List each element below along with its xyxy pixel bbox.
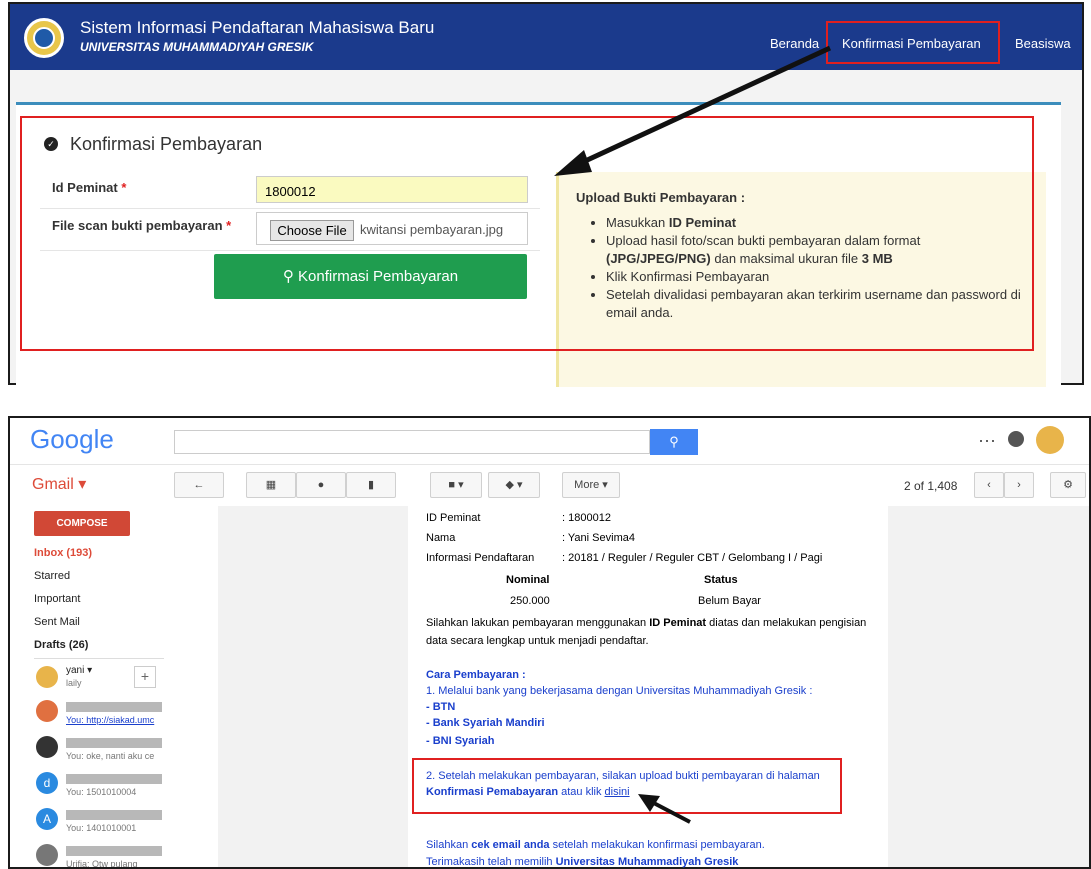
report-spam-button[interactable]: ● bbox=[296, 472, 346, 498]
gmail-menu[interactable]: Gmail ▾ bbox=[32, 474, 86, 494]
add-chat-button[interactable]: + bbox=[134, 666, 156, 688]
contact-name bbox=[66, 738, 162, 748]
nominal-header: Nominal bbox=[506, 574, 550, 586]
bank-item: - BTN bbox=[426, 701, 456, 713]
info-value: : 20181 / Reguler / Reguler CBT / Gelomb… bbox=[562, 552, 823, 564]
delete-button[interactable]: ▮ bbox=[346, 472, 396, 498]
avatar bbox=[36, 736, 58, 758]
next-button[interactable]: › bbox=[1004, 472, 1034, 498]
nama-label: Nama bbox=[426, 532, 456, 544]
avatar bbox=[36, 700, 58, 722]
app-subtitle: UNIVERSITAS MUHAMMADIYAH GRESIK bbox=[80, 40, 314, 54]
app-title: Sistem Informasi Pendaftaran Mahasiswa B… bbox=[80, 18, 435, 37]
chat-user-status: laily bbox=[66, 678, 82, 688]
folder-drafts[interactable]: Drafts (26) bbox=[34, 639, 88, 651]
avatar: A bbox=[36, 808, 58, 830]
instructions: Silahkan lakukan pembayaran menggunakan … bbox=[426, 617, 867, 629]
footer-line-2: Terimakasih telah memilih Universitas Mu… bbox=[426, 856, 739, 868]
compose-button[interactable]: COMPOSE bbox=[34, 511, 130, 536]
nominal-value: 250.000 bbox=[510, 595, 550, 607]
nama-value: : Yani Sevima4 bbox=[562, 532, 635, 544]
chat-preview[interactable]: You: 1401010001 bbox=[66, 823, 136, 833]
divider bbox=[34, 658, 164, 659]
avatar bbox=[36, 844, 58, 866]
contact-name bbox=[66, 774, 162, 784]
contact-name bbox=[66, 810, 162, 820]
prev-button[interactable]: ‹ bbox=[974, 472, 1004, 498]
pagination: 2 of 1,408 bbox=[904, 479, 958, 493]
folder-starred[interactable]: Starred bbox=[34, 570, 70, 582]
settings-gear-icon[interactable]: ⚙ bbox=[1050, 472, 1086, 498]
apps-grid-icon[interactable]: ⋯ bbox=[978, 431, 996, 452]
id-peminat-value: : 1800012 bbox=[562, 512, 611, 524]
contact-name bbox=[66, 846, 162, 856]
bank-item: - Bank Syariah Mandiri bbox=[426, 717, 545, 729]
status-value: Belum Bayar bbox=[698, 595, 761, 607]
bank-item: - BNI Syariah bbox=[426, 735, 495, 747]
id-peminat-label: ID Peminat bbox=[426, 512, 481, 524]
avatar bbox=[36, 666, 58, 688]
cara-title: Cara Pembayaran : bbox=[426, 669, 526, 681]
chat-preview[interactable]: Urifia: Otw pulang bbox=[66, 859, 138, 867]
instructions-line2: data secara lengkap untuk menjadi pendaf… bbox=[426, 635, 649, 647]
archive-button[interactable]: ▦ bbox=[246, 472, 296, 498]
folder-inbox[interactable]: Inbox (193) bbox=[34, 547, 92, 559]
annotation-arrow bbox=[638, 794, 691, 824]
cara-step-1: 1. Melalui bank yang bekerjasama dengan … bbox=[426, 685, 813, 697]
avatar[interactable] bbox=[1036, 426, 1064, 454]
status-header: Status bbox=[704, 574, 738, 586]
chat-preview[interactable]: You: 1501010004 bbox=[66, 787, 136, 797]
info-label: Informasi Pendaftaran bbox=[426, 552, 535, 564]
avatar: d bbox=[36, 772, 58, 794]
google-logo: Google bbox=[30, 424, 114, 454]
notifications-icon[interactable] bbox=[1008, 431, 1024, 447]
footer-line-1: Silahkan cek email anda setelah melakuka… bbox=[426, 839, 765, 851]
contact-name bbox=[66, 702, 162, 712]
email-margin bbox=[218, 506, 408, 867]
email-body: ID Peminat : 1800012 Nama : Yani Sevima4… bbox=[420, 0, 880, 869]
chat-preview[interactable]: You: oke, nanti aku ce bbox=[66, 751, 154, 761]
nav-beasiswa[interactable]: Beasiswa bbox=[1015, 36, 1071, 51]
chat-preview[interactable]: You: http://siakad.umc bbox=[66, 715, 154, 725]
folder-sent[interactable]: Sent Mail bbox=[34, 616, 80, 628]
folder-important[interactable]: Important bbox=[34, 593, 80, 605]
back-button[interactable]: ← bbox=[174, 472, 224, 498]
chat-user-name[interactable]: yani ▾ bbox=[66, 665, 92, 676]
highlight-box bbox=[412, 758, 842, 814]
university-logo-icon bbox=[24, 18, 64, 58]
email-margin bbox=[888, 506, 1089, 867]
